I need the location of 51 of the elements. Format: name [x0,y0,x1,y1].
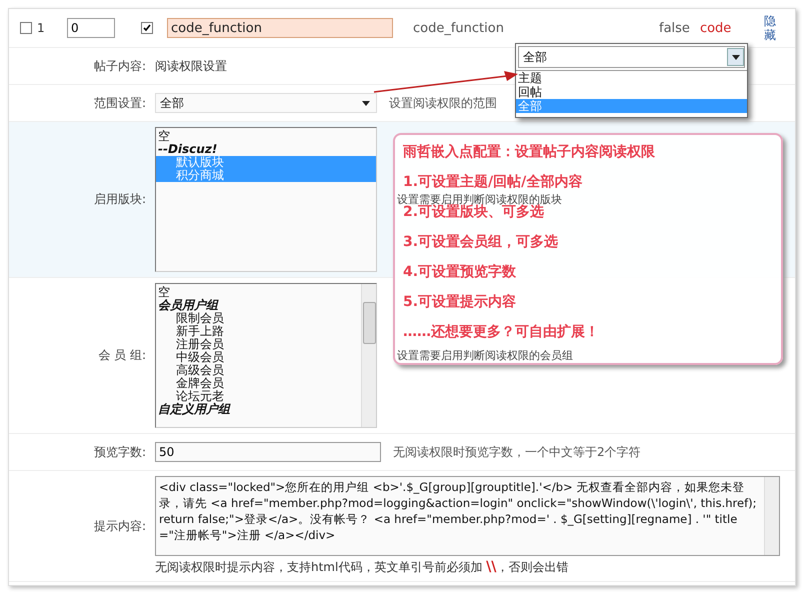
list-option[interactable]: --Discuz! [156,143,376,156]
scope-select[interactable]: 全部 [155,93,377,113]
dropdown-option[interactable]: 回帖 [516,85,747,99]
row-number: 1 [37,21,46,35]
list-option[interactable]: 论坛元老 [156,390,361,403]
list-option[interactable]: 空 [156,286,361,299]
callout-line: 5.可设置提示内容 [403,294,516,310]
callout-line: 3.可设置会员组，可多选 [403,234,558,250]
callout-line: 2.可设置版块、可多选 [403,204,544,220]
multi-select-list[interactable]: 空 --Discuz! 默认版块 积分商城 [155,127,377,272]
hint-text: 设置需要启用判断阅读权限的会员组 [397,349,573,362]
hint-text: 无阅读权限时提示内容，支持html代码，英文单引号前必须加 \\，否则会出错 [155,559,570,576]
list-option[interactable]: 中级会员 [156,351,361,364]
caret-icon [362,100,370,106]
callout-line: 4.可设置预览字数 [403,264,516,280]
field-label: 预览字数: [92,444,147,460]
name-field[interactable]: code_function [167,18,393,38]
field-value: 阅读权限设置 [155,58,227,74]
list-option[interactable]: 高级会员 [156,364,361,377]
field-label: 启用版块: [92,191,147,208]
callout-title: 雨哲嵌入点配置：设置帖子内容阅读权限 [403,144,655,160]
checkbox[interactable] [141,22,153,34]
list-option[interactable]: 空 [156,130,376,143]
list-option[interactable]: 限制会员 [156,312,361,325]
value-text: false [659,20,690,36]
multi-select-list[interactable]: 空 会员用户组 限制会员 新手上路 注册会员 中级会员 高级会员 金牌会员 论坛元老 自定义用户组 [155,283,377,428]
checkbox[interactable] [20,22,32,34]
field-label: 会 员 组: [97,347,147,364]
field-label: 帖子内容: [92,58,147,74]
scrollbar[interactable] [361,284,376,427]
hide-link[interactable]: 隐藏 [764,14,776,42]
list-option[interactable]: 金牌会员 [156,377,361,390]
message-textarea[interactable]: <div class="locked">您所在的用户组 <b>'.$_G[group][grouptitle].'</b> 无权查看全部内容，如果您未登录，请先 <a href="member.php?mod=logging&action=login" onclick="showWindow(\'login\', this.href);return false;">登录</a>。没有帐号？ <a href="member.php?mod=' . $_G[setting][regname] . '" title="注册帐号">注册 </a></div> [155,476,780,556]
preview-count-field[interactable]: 50 [155,442,381,462]
identifier-text: code_function [413,20,505,36]
list-option[interactable]: 自定义用户组 [156,403,361,416]
caret-icon [732,54,740,60]
list-option[interactable]: 会员用户组 [156,299,361,312]
callout-line: ……还想要更多？可自由扩展！ [403,324,599,340]
list-option[interactable]: 注册会员 [156,338,361,351]
hint-text: 设置阅读权限的范围 [389,94,497,112]
type-text: code [700,20,732,36]
dropdown-select[interactable]: 全部 [518,46,745,68]
dropdown-option[interactable]: 主题 [516,71,747,85]
order-field[interactable]: 0 [67,18,115,38]
hint-text: 无阅读权限时预览字数，一个中文等于2个字符 [393,444,641,460]
callout-line: 1.可设置主题/回帖/全部内容 [403,174,582,190]
list-option[interactable]: 新手上路 [156,325,361,338]
dropdown-button[interactable] [727,48,744,66]
field-label: 提示内容: [92,518,147,534]
field-label: 范围设置: [92,94,147,112]
